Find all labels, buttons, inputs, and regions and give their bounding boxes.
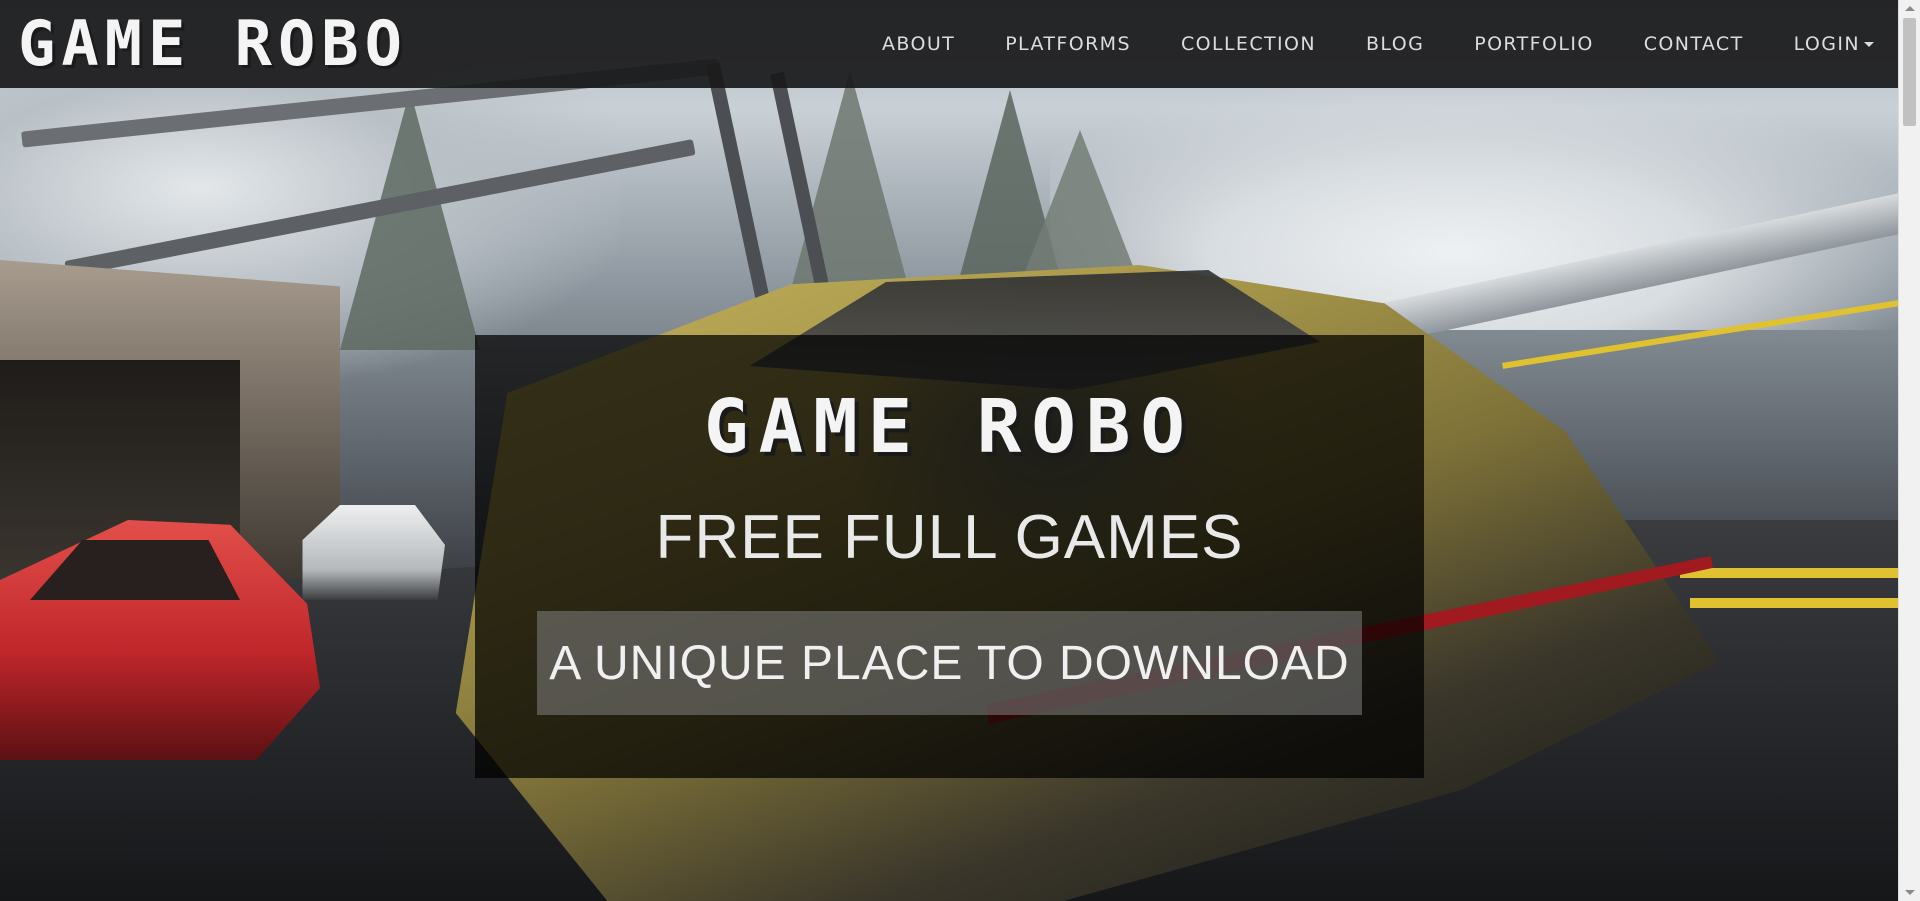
hero-subtitle: FREE FULL GAMES xyxy=(655,503,1244,572)
nav-link-collection[interactable]: COLLECTION xyxy=(1181,33,1316,55)
caret-down-icon xyxy=(1864,41,1874,47)
download-cta-button[interactable]: A UNIQUE PLACE TO DOWNLOAD xyxy=(537,611,1362,715)
nav-link-contact[interactable]: CONTACT xyxy=(1644,33,1744,55)
pine-tree xyxy=(340,90,480,350)
nav-dropdown-login[interactable]: LOGIN xyxy=(1794,33,1874,55)
nav-link-label: ABOUT xyxy=(882,33,956,55)
hero-panel: GAME ROBO FREE FULL GAMES A UNIQUE PLACE… xyxy=(475,335,1424,778)
nav-link-label: LOGIN xyxy=(1793,33,1860,55)
hero-title: GAME ROBO xyxy=(704,384,1195,470)
nav-link-portfolio[interactable]: PORTFOLIO xyxy=(1474,33,1593,55)
top-navbar: GAME ROBO ABOUT PLATFORMS COLLECTION BLO… xyxy=(0,0,1898,88)
nav-links: ABOUT PLATFORMS COLLECTION BLOG PORTFOLI… xyxy=(832,0,1874,88)
nav-link-platforms[interactable]: PLATFORMS xyxy=(1005,33,1131,55)
nav-link-label: COLLECTION xyxy=(1180,33,1316,55)
page-scrollbar[interactable] xyxy=(1898,0,1920,901)
nav-link-label: CONTACT xyxy=(1643,33,1744,55)
nav-link-label: PLATFORMS xyxy=(1005,33,1131,55)
scroll-thumb[interactable] xyxy=(1903,18,1916,126)
scroll-down-arrow-icon[interactable] xyxy=(1905,890,1915,895)
scroll-up-arrow-icon[interactable] xyxy=(1905,6,1915,11)
lane-marking xyxy=(1690,598,1898,608)
brand-logo[interactable]: GAME ROBO xyxy=(18,12,408,76)
nav-link-label: BLOG xyxy=(1365,33,1425,55)
nav-link-about[interactable]: ABOUT xyxy=(882,33,955,55)
nav-link-label: PORTFOLIO xyxy=(1474,33,1594,55)
nav-link-blog[interactable]: BLOG xyxy=(1366,33,1424,55)
lane-marking xyxy=(1680,568,1898,578)
